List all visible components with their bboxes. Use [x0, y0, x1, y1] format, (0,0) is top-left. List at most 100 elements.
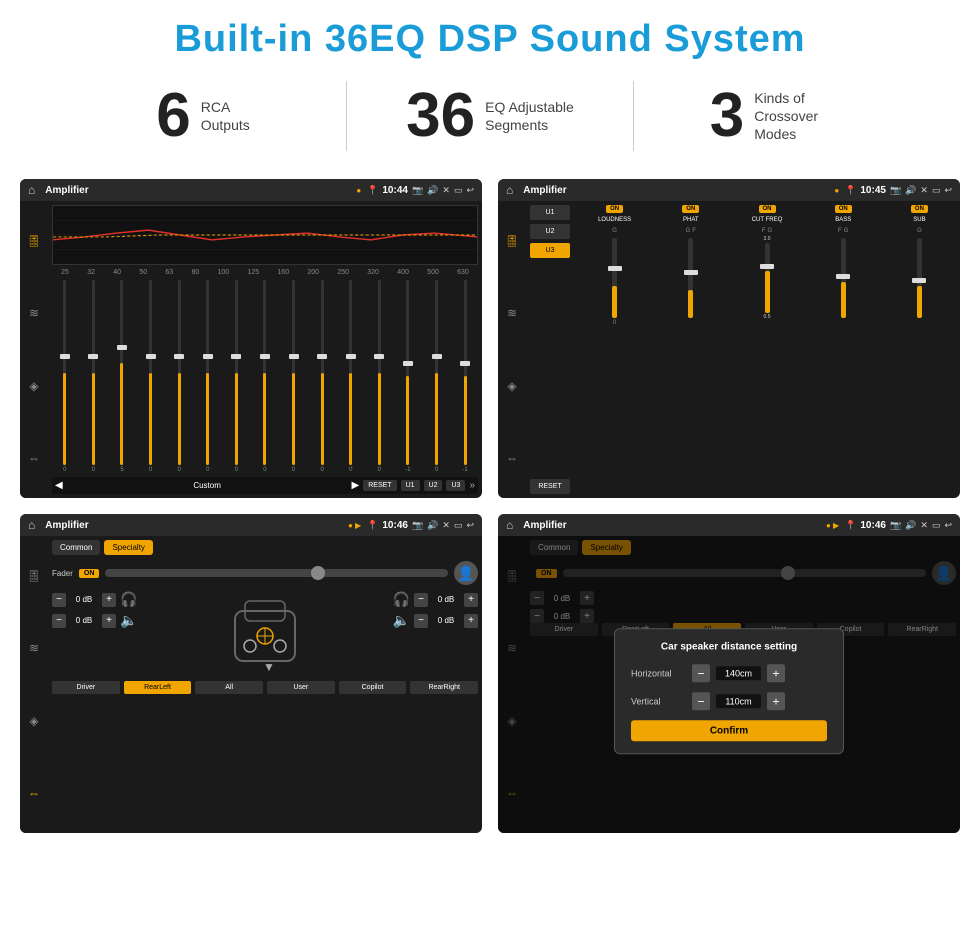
app-title-dist: Amplifier	[523, 520, 820, 531]
freq-200: 200	[307, 269, 319, 276]
spk-wave-icon[interactable]: ≋	[29, 641, 39, 655]
spk-ch1-plus[interactable]: +	[102, 593, 116, 607]
cross-reset-btn[interactable]: RESET	[530, 479, 570, 494]
spk-rearleft-btn[interactable]: RearLeft	[124, 681, 192, 694]
pin-icon-cross: 📍	[845, 185, 856, 196]
status-bar-eq: ⌂ Amplifier ● 📍 10:44 📷 🔊 ✕ ▭ ↩	[20, 179, 482, 201]
cross-wave-icon[interactable]: ≋	[507, 306, 517, 320]
spk-tab-common[interactable]: Common	[52, 540, 100, 555]
spk-ch4-plus[interactable]: +	[464, 614, 478, 628]
eq-speaker-icon[interactable]: ◈	[29, 379, 38, 393]
x-icon-dist: ✕	[920, 520, 928, 531]
spk-ch4-val: 0 dB	[432, 616, 460, 625]
spk-ch3-plus[interactable]: +	[464, 593, 478, 607]
eq-slider-1[interactable]: 0	[52, 280, 78, 473]
spk-driver-btn[interactable]: Driver	[52, 681, 120, 694]
spk-car-svg: ▼	[225, 591, 305, 681]
cross-spk-icon[interactable]: ◈	[507, 379, 516, 393]
freq-32: 32	[87, 269, 95, 276]
spk-ch3-val: 0 dB	[432, 595, 460, 604]
spk-spk-icon[interactable]: ◈	[29, 714, 38, 728]
eq-reset-button[interactable]: RESET	[363, 480, 396, 491]
eq-slider-10[interactable]: 0	[309, 280, 335, 473]
spk-fader-on-badge: ON	[79, 569, 100, 578]
eq-sliders-icon[interactable]: 🎚	[26, 234, 41, 248]
spk-avatar: 👤	[454, 561, 478, 585]
app-title-eq: Amplifier	[45, 185, 350, 196]
ch-on-cutfreq: ON	[759, 205, 776, 213]
eq-slider-7[interactable]: 0	[224, 280, 250, 473]
eq-slider-15[interactable]: -1	[452, 280, 478, 473]
eq-wave-icon[interactable]: ≋	[29, 306, 39, 320]
eq-sliders-container: 0 0 5 0 0 0 0 0 0 0 0 0 -1 0 -1	[52, 280, 478, 473]
x-icon-spk: ✕	[442, 520, 450, 531]
vol-icon-spk: 🔊	[427, 520, 438, 531]
x-icon: ✕	[442, 185, 450, 196]
eq-slider-13[interactable]: -1	[395, 280, 421, 473]
eq-u3-button[interactable]: U3	[446, 480, 465, 491]
dist-horiz-plus[interactable]: +	[767, 664, 785, 682]
ch-name-cutfreq: CUT FREQ	[752, 217, 783, 223]
freq-400: 400	[397, 269, 409, 276]
eq-next-button[interactable]: ▶	[352, 480, 360, 491]
vol-icon: 🔊	[427, 185, 438, 196]
stats-row: 6 RCAOutputs 36 EQ AdjustableSegments 3 …	[0, 71, 980, 169]
eq-u2-button[interactable]: U2	[424, 480, 443, 491]
freq-100: 100	[218, 269, 230, 276]
eq-more-icon[interactable]: »	[469, 480, 475, 491]
eq-slider-2[interactable]: 0	[81, 280, 107, 473]
back-icon-cross: ↩	[944, 185, 952, 196]
eq-slider-8[interactable]: 0	[252, 280, 278, 473]
stat-label-rca: RCAOutputs	[201, 98, 250, 134]
cam-icon-dist: 📷	[890, 520, 901, 531]
cross-bal-icon[interactable]: ⇔	[506, 451, 518, 465]
spk-ch1-minus[interactable]: −	[52, 593, 66, 607]
spk-tab-specialty[interactable]: Specialty	[104, 540, 152, 555]
spk-bal-icon[interactable]: ⇔	[28, 786, 40, 800]
spk-fader-slider[interactable]	[105, 569, 448, 577]
spk-fader-thumb[interactable]	[311, 566, 325, 580]
eq-slider-14[interactable]: 0	[424, 280, 450, 473]
cross-sidebar: 🎚 ≋ ◈ ⇔	[498, 201, 526, 498]
eq-slider-6[interactable]: 0	[195, 280, 221, 473]
sq-icon-spk: ▭	[454, 520, 463, 531]
eq-u1-button[interactable]: U1	[401, 480, 420, 491]
preset-u2[interactable]: U2	[530, 224, 570, 239]
cross-main: U1 U2 U3 RESET ON LOUDNESS G	[526, 201, 960, 498]
eq-slider-4[interactable]: 0	[138, 280, 164, 473]
dist-vertical-row: Vertical − 110cm +	[631, 692, 827, 710]
eq-bottom-bar: ◀ Custom ▶ RESET U1 U2 U3 »	[52, 477, 478, 494]
dist-vert-minus[interactable]: −	[692, 692, 710, 710]
spk-all-btn[interactable]: All	[195, 681, 263, 694]
eq-prev-button[interactable]: ◀	[55, 480, 63, 491]
eq-balance-icon[interactable]: ⇔	[28, 451, 40, 465]
dist-confirm-button[interactable]: Confirm	[631, 720, 827, 741]
cross-eq-icon[interactable]: 🎚	[504, 234, 519, 248]
dist-dialog-title: Car speaker distance setting	[631, 641, 827, 652]
spk-speaker-r-icon: 🔈	[393, 612, 410, 629]
screenshots-grid: ⌂ Amplifier ● 📍 10:44 📷 🔊 ✕ ▭ ↩ 🎚 ≋ ◈ ⇔	[0, 169, 980, 849]
dist-vert-val: 110cm	[716, 694, 761, 708]
eq-slider-3[interactable]: 5	[109, 280, 135, 473]
spk-ch4-minus[interactable]: −	[414, 614, 428, 628]
spk-copilot-btn[interactable]: Copilot	[339, 681, 407, 694]
app-title-spk: Amplifier	[45, 520, 342, 531]
spk-ch2-minus[interactable]: −	[52, 614, 66, 628]
spk-rearright-btn[interactable]: RearRight	[410, 681, 478, 694]
eq-slider-12[interactable]: 0	[367, 280, 393, 473]
preset-u3[interactable]: U3	[530, 243, 570, 258]
spk-ch2-plus[interactable]: +	[102, 614, 116, 628]
dot-icon-eq: ●	[356, 186, 361, 195]
dist-horiz-minus[interactable]: −	[692, 664, 710, 682]
home-icon-dist: ⌂	[506, 518, 513, 532]
preset-u1[interactable]: U1	[530, 205, 570, 220]
spk-eq-icon[interactable]: 🎚	[26, 569, 41, 583]
eq-slider-11[interactable]: 0	[338, 280, 364, 473]
eq-slider-5[interactable]: 0	[166, 280, 192, 473]
eq-slider-9[interactable]: 0	[281, 280, 307, 473]
spk-user-btn[interactable]: User	[267, 681, 335, 694]
freq-250: 250	[337, 269, 349, 276]
spk-ch3-minus[interactable]: −	[414, 593, 428, 607]
dist-vert-plus[interactable]: +	[767, 692, 785, 710]
spk-left-channels: − 0 dB + 🎧 − 0 dB + 🔈	[52, 591, 137, 681]
